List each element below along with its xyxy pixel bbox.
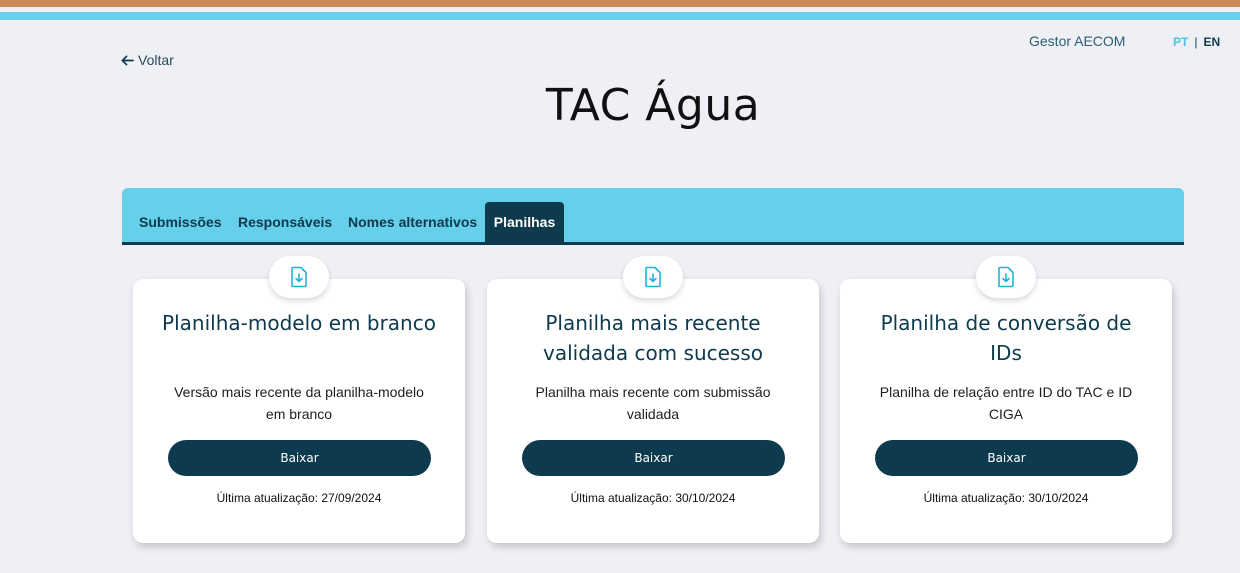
card-latest-validated: Planilha mais recente validada com suces… (487, 256, 819, 543)
tab-nomes-alternativos[interactable]: Nomes alternativos (348, 202, 477, 242)
card-description: Planilha mais recente com submissão vali… (535, 384, 771, 422)
last-updated: Última atualização: 30/10/2024 (923, 491, 1089, 505)
card-icon-badge (269, 256, 329, 298)
language-switcher: PT | EN (1173, 35, 1220, 49)
download-button[interactable]: Baixar (168, 440, 431, 476)
last-updated: Última atualização: 30/10/2024 (570, 491, 736, 505)
download-file-icon (645, 266, 661, 288)
download-file-icon (998, 266, 1014, 288)
last-updated: Última atualização: 27/09/2024 (216, 491, 382, 505)
card-title: Planilha mais recente validada com suces… (542, 311, 763, 365)
tab-bar: Submissões Responsáveis Nomes alternativ… (122, 188, 1184, 245)
card-description: Versão mais recente da planilha-modelo e… (174, 384, 424, 422)
tab-planilhas[interactable]: Planilhas (485, 202, 564, 242)
card-description: Planilha de relação entre ID do TAC e ID… (879, 384, 1133, 422)
lang-pt[interactable]: PT (1173, 35, 1188, 49)
download-button[interactable]: Baixar (875, 440, 1138, 476)
arrow-left-icon (121, 54, 134, 66)
lang-separator: | (1194, 35, 1198, 49)
top-stripe-orange (0, 0, 1240, 7)
download-button[interactable]: Baixar (522, 440, 785, 476)
back-label: Voltar (138, 52, 174, 68)
card-title: Planilha-modelo em branco (162, 311, 436, 335)
card-title: Planilha de conversão de IDs (880, 311, 1132, 365)
card-id-conversion: Planilha de conversão de IDs Planilha de… (840, 256, 1172, 543)
download-file-icon (291, 266, 307, 288)
lang-en[interactable]: EN (1203, 35, 1220, 49)
page-title: TAC Água (545, 80, 761, 131)
tab-submissoes[interactable]: Submissões (139, 202, 221, 242)
card-blank-template: Planilha-modelo em branco Versão mais re… (133, 256, 465, 543)
tab-responsaveis[interactable]: Responsáveis (238, 202, 332, 242)
back-link[interactable]: Voltar (121, 52, 174, 68)
top-stripe-blue (0, 12, 1240, 20)
card-icon-badge (976, 256, 1036, 298)
card-icon-badge (623, 256, 683, 298)
user-name[interactable]: Gestor AECOM (1029, 33, 1125, 49)
